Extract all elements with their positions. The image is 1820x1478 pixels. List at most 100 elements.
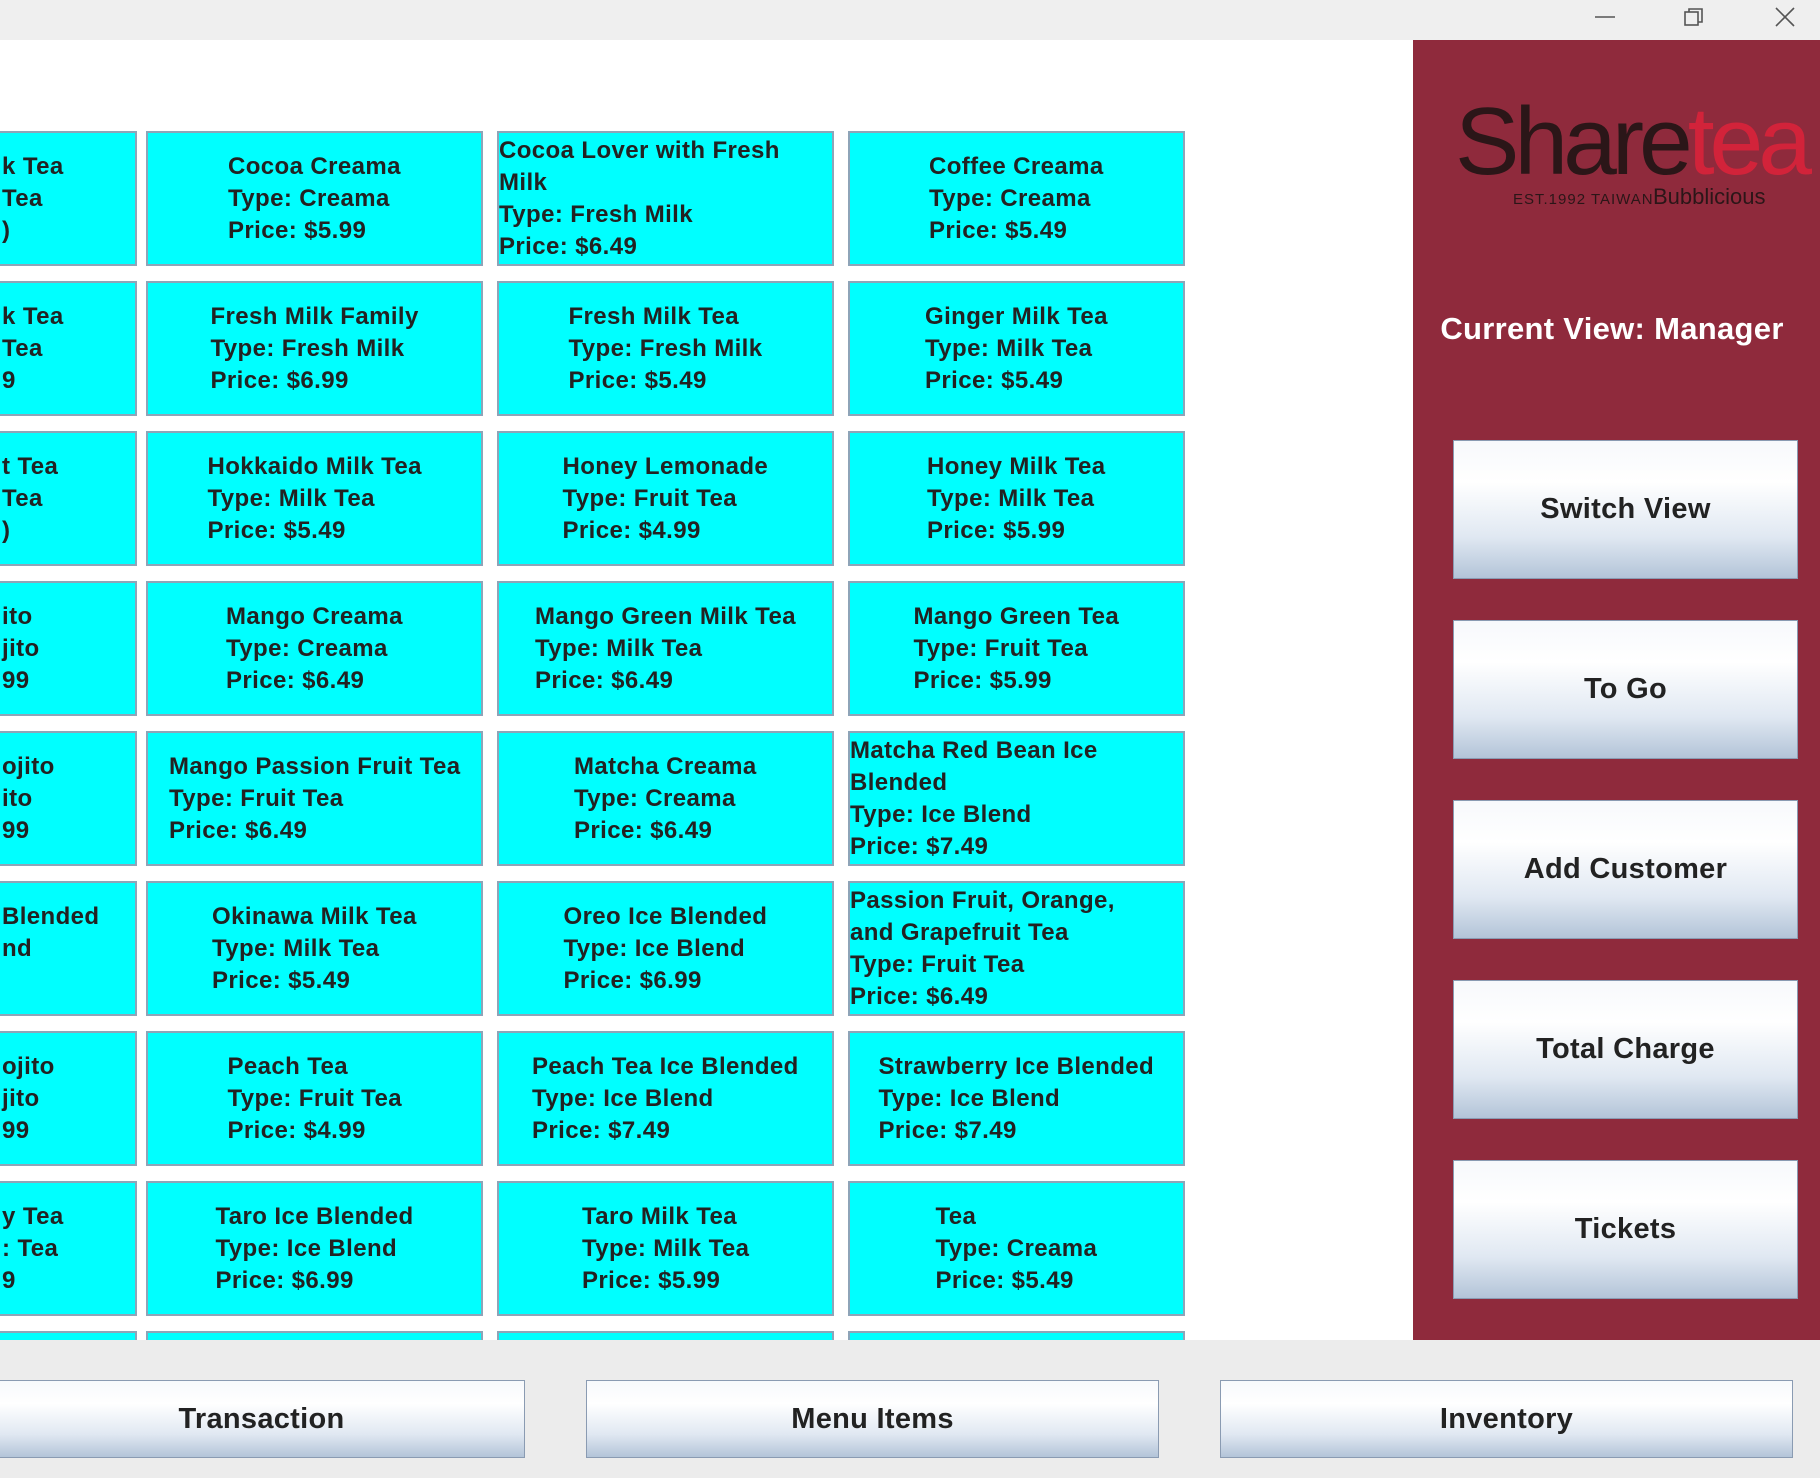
menu-item-tile[interactable]: Peach Tea Ice Blended Type: Ice Blend Pric… <box>497 1031 834 1166</box>
menu-item-type: Type: Milk Tea <box>925 334 1093 362</box>
menu-item-tile[interactable]: Matcha Red Bean Ice Blended Type: Ice Ble… <box>848 731 1185 866</box>
menu-item-tile[interactable]: Mango Green Milk Tea Type: Milk Tea Price:… <box>497 581 834 716</box>
menu-item-price: Price: $4.99 <box>227 1116 366 1144</box>
menu-item-type: Type: Ice Blend <box>215 1234 398 1262</box>
menu-item-tile[interactable]: Peach Tea Type: Fruit Tea Price: $4.99 <box>146 1031 483 1166</box>
menu-item-tile[interactable]: Okinawa Milk Tea Type: Milk Tea Price: $5.… <box>146 881 483 1016</box>
total-charge-button[interactable]: Total Charge <box>1453 980 1798 1119</box>
inventory-button[interactable]: Inventory <box>1220 1380 1793 1458</box>
menu-item-name: Passion Fruit, Orange, and Grapefruit Te… <box>850 886 1115 946</box>
menu-item-tile[interactable] <box>146 1331 483 1340</box>
menu-item-name: Mango Creama <box>226 602 403 630</box>
menu-item-tile[interactable]: Cocoa Creama Type: Creama Price: $5.99 <box>146 131 483 266</box>
menu-item-name: Cocoa Lover with Fresh Milk <box>499 136 780 196</box>
minimize-button[interactable] <box>1566 0 1644 34</box>
menu-item-line: Tea <box>2 484 43 512</box>
menu-item-price: Price: $5.49 <box>568 366 707 394</box>
menu-item-type: Type: Creama <box>228 184 390 212</box>
menu-item-price: Price: $5.99 <box>913 666 1052 694</box>
menu-item-tile[interactable]: Mango Green Tea Type: Fruit Tea Price: $5.… <box>848 581 1185 716</box>
menu-item-tile[interactable]: Oreo Ice Blended Type: Ice Blend Price: $6… <box>497 881 834 1016</box>
menu-item-tile[interactable]: k Tea Tea 9 <box>0 281 137 416</box>
add-customer-button[interactable]: Add Customer <box>1453 800 1798 939</box>
menu-item-price: Price: $6.99 <box>210 366 349 394</box>
menu-item-type: Type: Fresh Milk <box>568 334 763 362</box>
menu-grid-panel[interactable]: k Tea Tea) k Tea Tea 9 t Tea Tea) ito jito 99 oji… <box>0 40 1413 1340</box>
menu-item-tile[interactable]: ito jito 99 <box>0 581 137 716</box>
menu-item-tile[interactable]: Honey Milk Tea Type: Milk Tea Price: $5.99 <box>848 431 1185 566</box>
to-go-button[interactable]: To Go <box>1453 620 1798 759</box>
menu-item-type: Type: Creama <box>226 634 388 662</box>
logo-est-text: EST.1992 TAIWAN <box>1513 191 1654 208</box>
tickets-button[interactable]: Tickets <box>1453 1160 1798 1299</box>
menu-item-line: ojito <box>2 752 55 780</box>
menu-item-tile[interactable]: ojito jito 99 <box>0 1031 137 1166</box>
menu-item-type: Type: Creama <box>935 1234 1098 1262</box>
menu-item-text: Fresh Milk Tea Type: Fresh Milk Price: $5.… <box>569 301 763 397</box>
restore-button[interactable] <box>1655 0 1733 34</box>
menu-item-line: 9 <box>2 1266 16 1294</box>
menu-item-name: Matcha Red Bean Ice Blended <box>850 736 1098 796</box>
menu-item-price: Price: $6.49 <box>499 232 638 260</box>
menu-item-tile[interactable]: Coffee Creama Type: Creama Price: $5.49 <box>848 131 1185 266</box>
menu-item-type: Type: Milk Tea <box>582 1234 750 1262</box>
menu-item-tile[interactable]: Cocoa Lover with Fresh Milk Type: Fresh M… <box>497 131 834 266</box>
restore-icon <box>1684 8 1703 26</box>
menu-item-text: Fresh Milk Family Type: Fresh Milk Price: … <box>211 301 419 397</box>
menu-item-tile[interactable]: Fresh Milk Family Type: Fresh Milk Price: … <box>146 281 483 416</box>
menu-item-line: 9 <box>2 366 16 394</box>
menu-item-tile[interactable]: Matcha Creama Type: Creama Price: $6.49 <box>497 731 834 866</box>
menu-item-tile[interactable] <box>0 1331 137 1340</box>
menu-item-tile[interactable]: Honey Lemonade Type: Fruit Tea Price: $4.9… <box>497 431 834 566</box>
menu-item-type: Type: Fruit Tea <box>169 784 344 812</box>
menu-item-tile[interactable]: Hokkaido Milk Tea Type: Milk Tea Price: $5… <box>146 431 483 566</box>
menu-item-tile[interactable] <box>497 1331 834 1340</box>
menu-item-tile[interactable]: t Tea Tea) <box>0 431 137 566</box>
menu-item-name: Mango Green Tea <box>913 602 1120 630</box>
menu-item-text: Mango Creama Type: Creama Price: $6.49 <box>226 601 403 697</box>
menu-item-type: Type: Creama <box>929 184 1091 212</box>
menu-item-name: Fresh Milk Family <box>210 302 419 330</box>
menu-item-tile[interactable]: k Tea Tea) <box>0 131 137 266</box>
menu-item-tile[interactable]: Mango Creama Type: Creama Price: $6.49 <box>146 581 483 716</box>
menu-item-tile[interactable]: Ginger Milk Tea Type: Milk Tea Price: $5.4… <box>848 281 1185 416</box>
menu-item-line: y Tea <box>2 1202 64 1230</box>
menu-item-name: Taro Milk Tea <box>582 1202 738 1230</box>
menu-item-tile[interactable] <box>848 1331 1185 1340</box>
menu-item-text: Peach Tea Ice Blended Type: Ice Blend Pric… <box>532 1051 799 1147</box>
menu-item-tile[interactable]: Tea Type: Creama Price: $5.49 <box>848 1181 1185 1316</box>
menu-item-tile[interactable]: Blended nd <box>0 881 137 1016</box>
menu-item-text: Honey Milk Tea Type: Milk Tea Price: $5.99 <box>927 451 1106 547</box>
svg-text:Sharetea: Sharetea <box>1455 90 1813 195</box>
menu-item-tile[interactable]: Taro Milk Tea Type: Milk Tea Price: $5.99 <box>497 1181 834 1316</box>
sharetea-logo: Sharetea EST.1992 TAIWAN Bubblicious <box>1455 90 1813 209</box>
menu-item-tile[interactable]: Fresh Milk Tea Type: Fresh Milk Price: $5.… <box>497 281 834 416</box>
close-button[interactable] <box>1746 0 1820 34</box>
menu-item-type: Type: Creama <box>574 784 736 812</box>
menu-item-price: Price: $6.49 <box>850 982 989 1010</box>
menu-item-tile[interactable]: Strawberry Ice Blended Type: Ice Blend Pri… <box>848 1031 1185 1166</box>
menu-item-price: Price: $7.49 <box>532 1116 671 1144</box>
menu-item-tile[interactable]: Mango Passion Fruit Tea Type: Fruit Tea Pr… <box>146 731 483 866</box>
menu-item-price: Price: $6.49 <box>169 816 308 844</box>
menu-item-price: Price: $5.49 <box>935 1266 1074 1294</box>
menu-item-tile[interactable]: Taro Ice Blended Type: Ice Blend Price: $6… <box>146 1181 483 1316</box>
menu-item-tile[interactable]: ojito ito 99 <box>0 731 137 866</box>
transaction-button[interactable]: Transaction <box>0 1380 525 1458</box>
menu-item-tile[interactable]: Passion Fruit, Orange, and Grapefruit Te… <box>848 881 1185 1016</box>
switch-view-button[interactable]: Switch View <box>1453 440 1798 579</box>
menu-item-text: y Tea: Tea 9 <box>2 1201 135 1297</box>
menu-item-text: Mango Green Tea Type: Fruit Tea Price: $5.… <box>914 601 1120 697</box>
menu-item-text: Tea Type: Creama Price: $5.49 <box>936 1201 1098 1297</box>
menu-item-type: Type: Ice Blend <box>878 1084 1061 1112</box>
menu-item-price: Price: $6.49 <box>226 666 365 694</box>
menu-item-tile[interactable]: y Tea: Tea 9 <box>0 1181 137 1316</box>
menu-item-type: Type: Ice Blend <box>563 934 746 962</box>
menu-item-name: Honey Lemonade <box>562 452 769 480</box>
menu-item-type: Type: Milk Tea <box>535 634 703 662</box>
menu-item-text: Matcha Red Bean Ice Blended Type: Ice Ble… <box>850 735 1150 863</box>
menu-item-text: Hokkaido Milk Tea Type: Milk Tea Price: $5… <box>208 451 422 547</box>
menu-item-name: Coffee Creama <box>929 152 1104 180</box>
menu-item-name: Okinawa Milk Tea <box>212 902 417 930</box>
menu-items-button[interactable]: Menu Items <box>586 1380 1159 1458</box>
